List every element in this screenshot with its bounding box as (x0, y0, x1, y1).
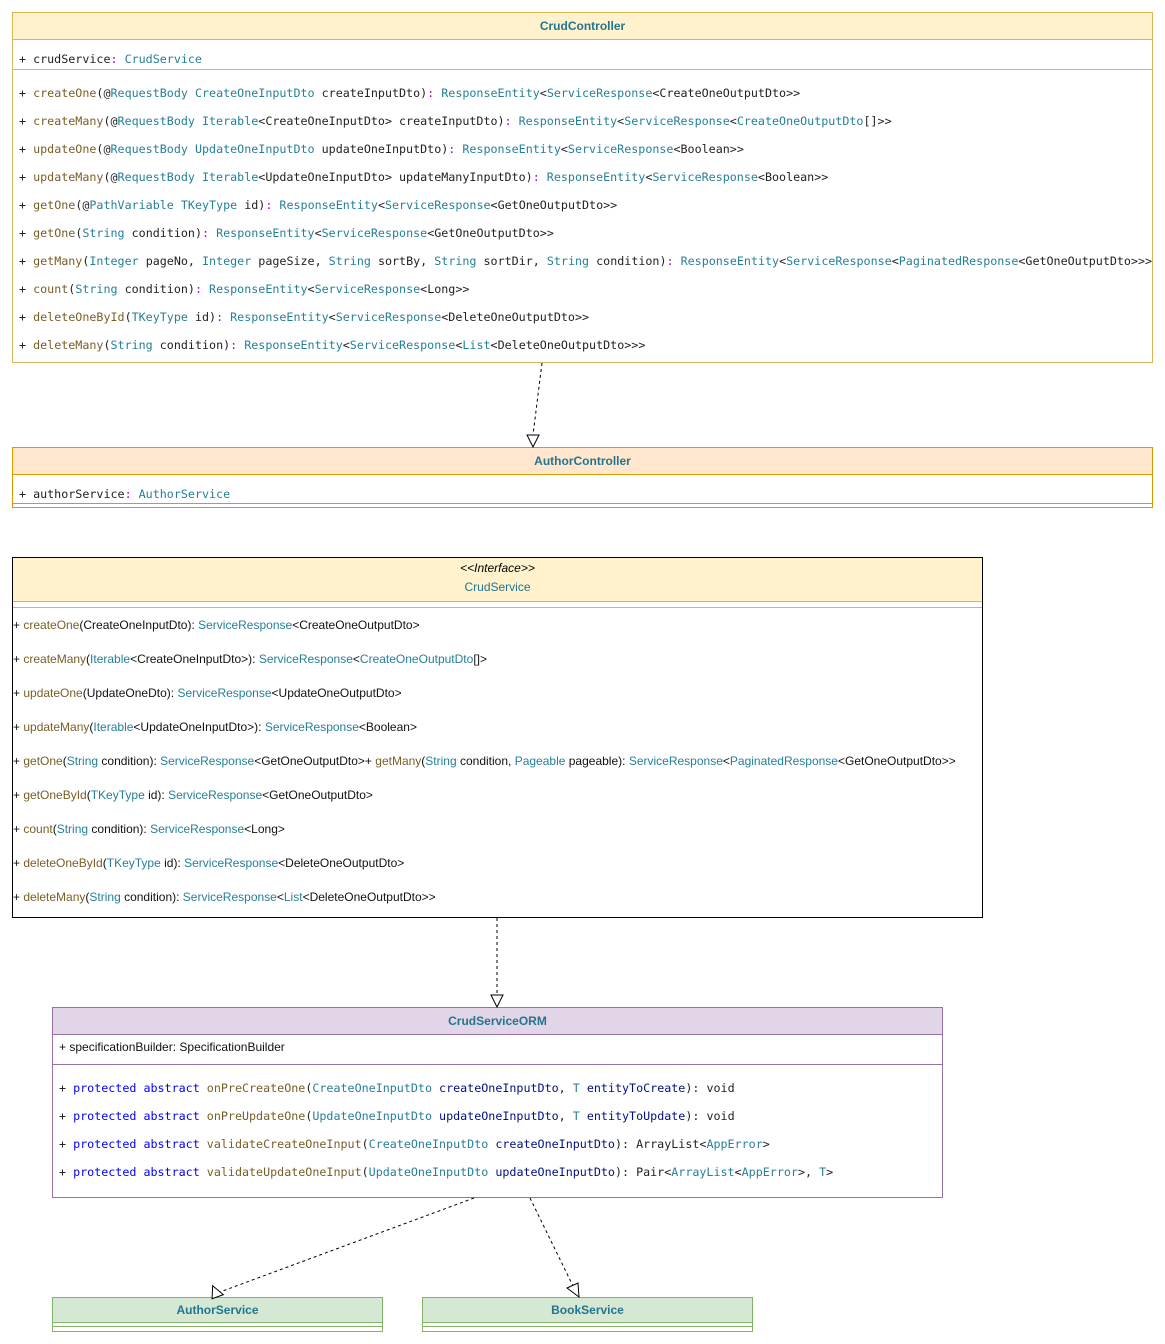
arrow-head (211, 1284, 225, 1300)
arrow-head (526, 434, 540, 449)
realization-arrow-line (219, 1197, 475, 1293)
relationship-arrows (211, 362, 580, 1300)
arrow-head (490, 994, 504, 1009)
realization-arrow-line (532, 362, 543, 436)
realization-arrow-line (529, 1197, 574, 1287)
arrow-head (566, 1282, 580, 1299)
